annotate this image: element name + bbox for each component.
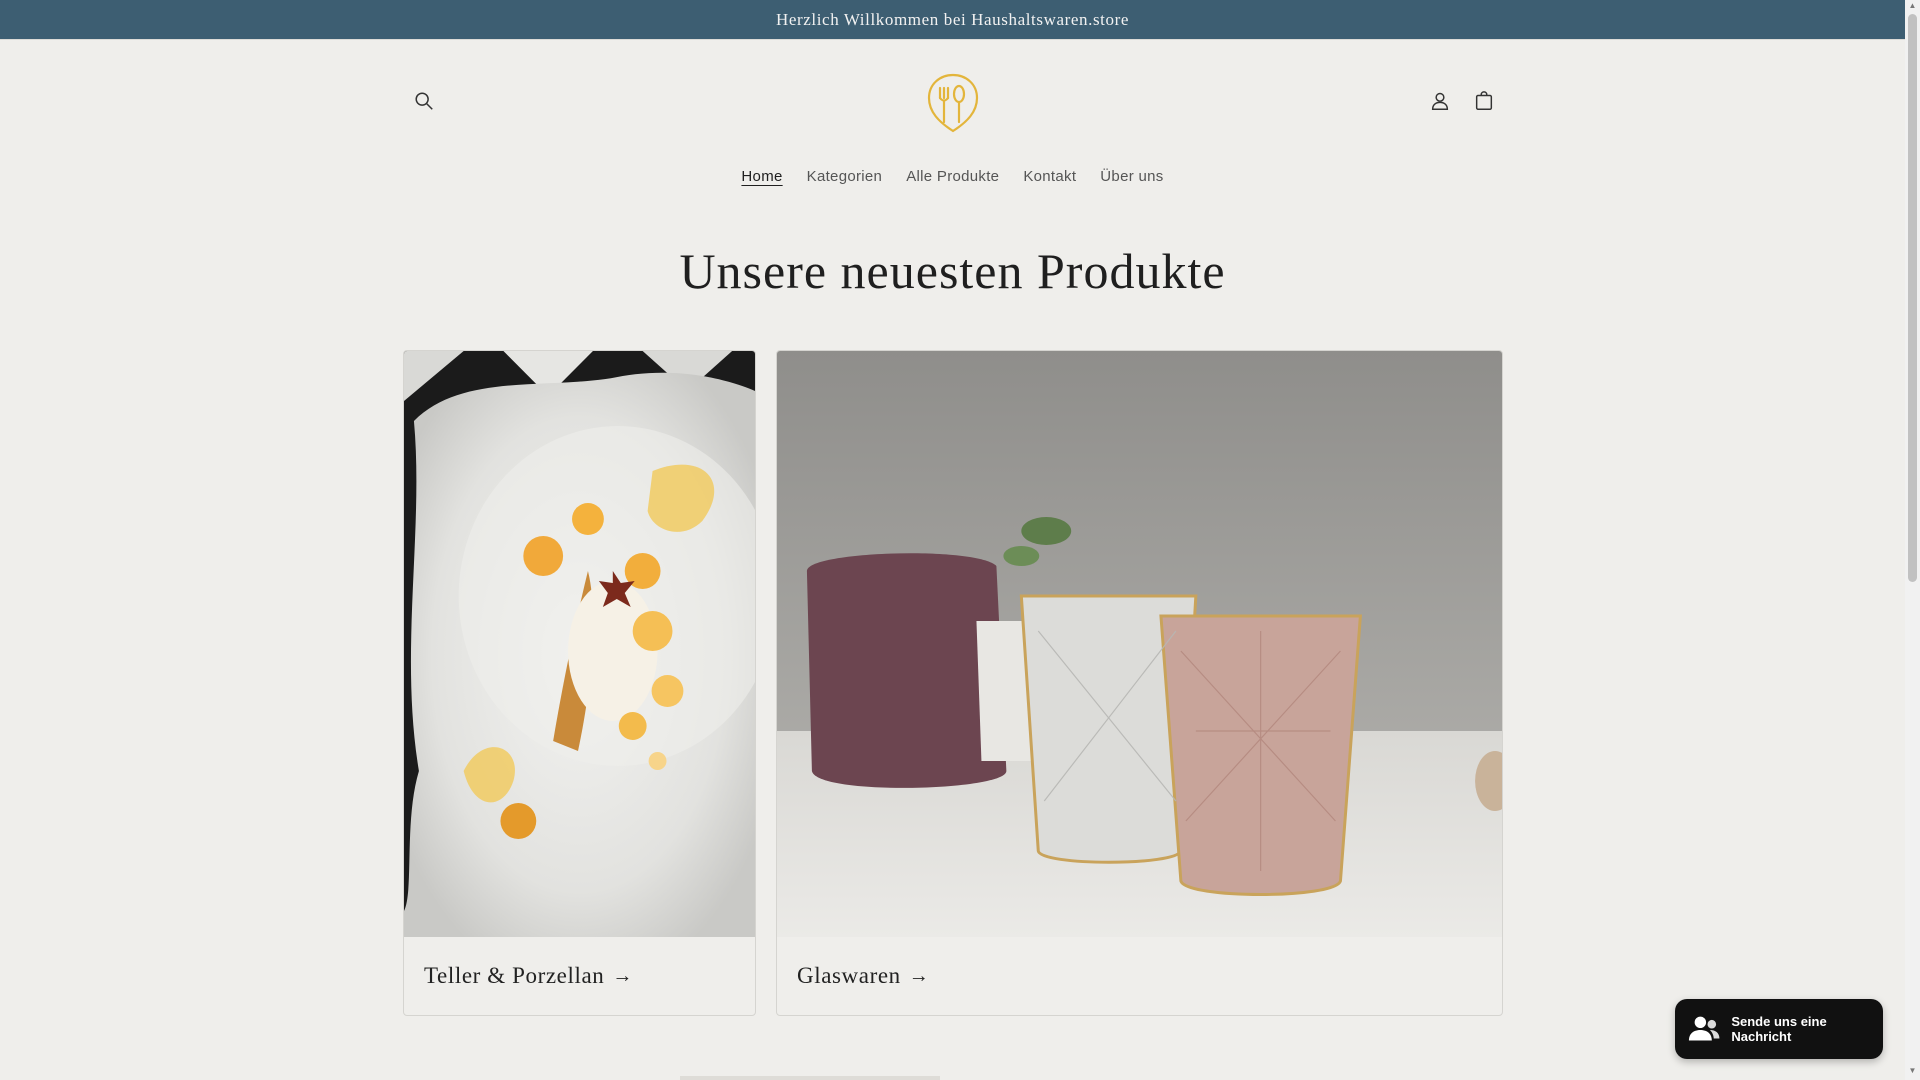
user-icon	[1431, 92, 1449, 110]
arrow-right-icon: →	[908, 964, 930, 987]
nav-item-kategorien[interactable]: Kategorien	[795, 164, 895, 189]
search-icon	[415, 92, 433, 110]
main-navigation: Home Kategorien Alle Produkte Kontakt Üb…	[0, 164, 1905, 189]
arrow-right-icon: →	[612, 964, 633, 987]
scroll-down-icon[interactable]: ▼	[1908, 1066, 1917, 1075]
collection-label-glaswaren: Glaswaren	[797, 963, 901, 988]
store-logo[interactable]	[925, 72, 981, 134]
account-button[interactable]	[1422, 83, 1458, 119]
nav-item-kontakt[interactable]: Kontakt	[1011, 164, 1088, 189]
collection-title-glaswaren[interactable]: Glaswaren →	[797, 963, 929, 989]
nav-item-home[interactable]: Home	[729, 164, 794, 189]
announcement-text: Herzlich Willkommen bei Haushaltswaren.s…	[775, 9, 1130, 29]
collection-title-teller[interactable]: Teller & Porzellan →	[424, 963, 633, 989]
cart-icon	[1475, 91, 1493, 110]
nav-item-alle-produkte[interactable]: Alle Produkte	[894, 164, 1011, 189]
section-title: Unsere neuesten Produkte	[679, 243, 1226, 299]
chat-user-icon	[1688, 1016, 1720, 1041]
announcement-bar: Herzlich Willkommen bei Haushaltswaren.s…	[0, 0, 1905, 39]
next-section-edge	[680, 1076, 940, 1080]
search-button[interactable]	[406, 83, 442, 119]
collection-image-glaswaren	[777, 351, 1502, 937]
nav-item-ueber-uns[interactable]: Über uns	[1088, 164, 1175, 189]
collection-card-glaswaren[interactable]: Glaswaren →	[776, 350, 1503, 1016]
header-divider	[0, 39, 1905, 40]
chat-label: Sende uns eine Nachricht	[1731, 1014, 1827, 1044]
collection-card-teller[interactable]: Teller & Porzellan →	[403, 350, 756, 1016]
chat-button[interactable]: Sende uns eine Nachricht	[1675, 999, 1883, 1059]
page-scrollbar[interactable]: ▲ ▼	[1905, 0, 1920, 1080]
collection-image-teller	[404, 351, 755, 937]
cutlery-logo-icon	[927, 73, 979, 133]
collection-label-teller: Teller & Porzellan	[424, 963, 605, 988]
scrollbar-thumb[interactable]	[1908, 14, 1917, 582]
scroll-up-icon[interactable]: ▲	[1908, 1, 1917, 10]
cart-button[interactable]	[1466, 83, 1502, 119]
